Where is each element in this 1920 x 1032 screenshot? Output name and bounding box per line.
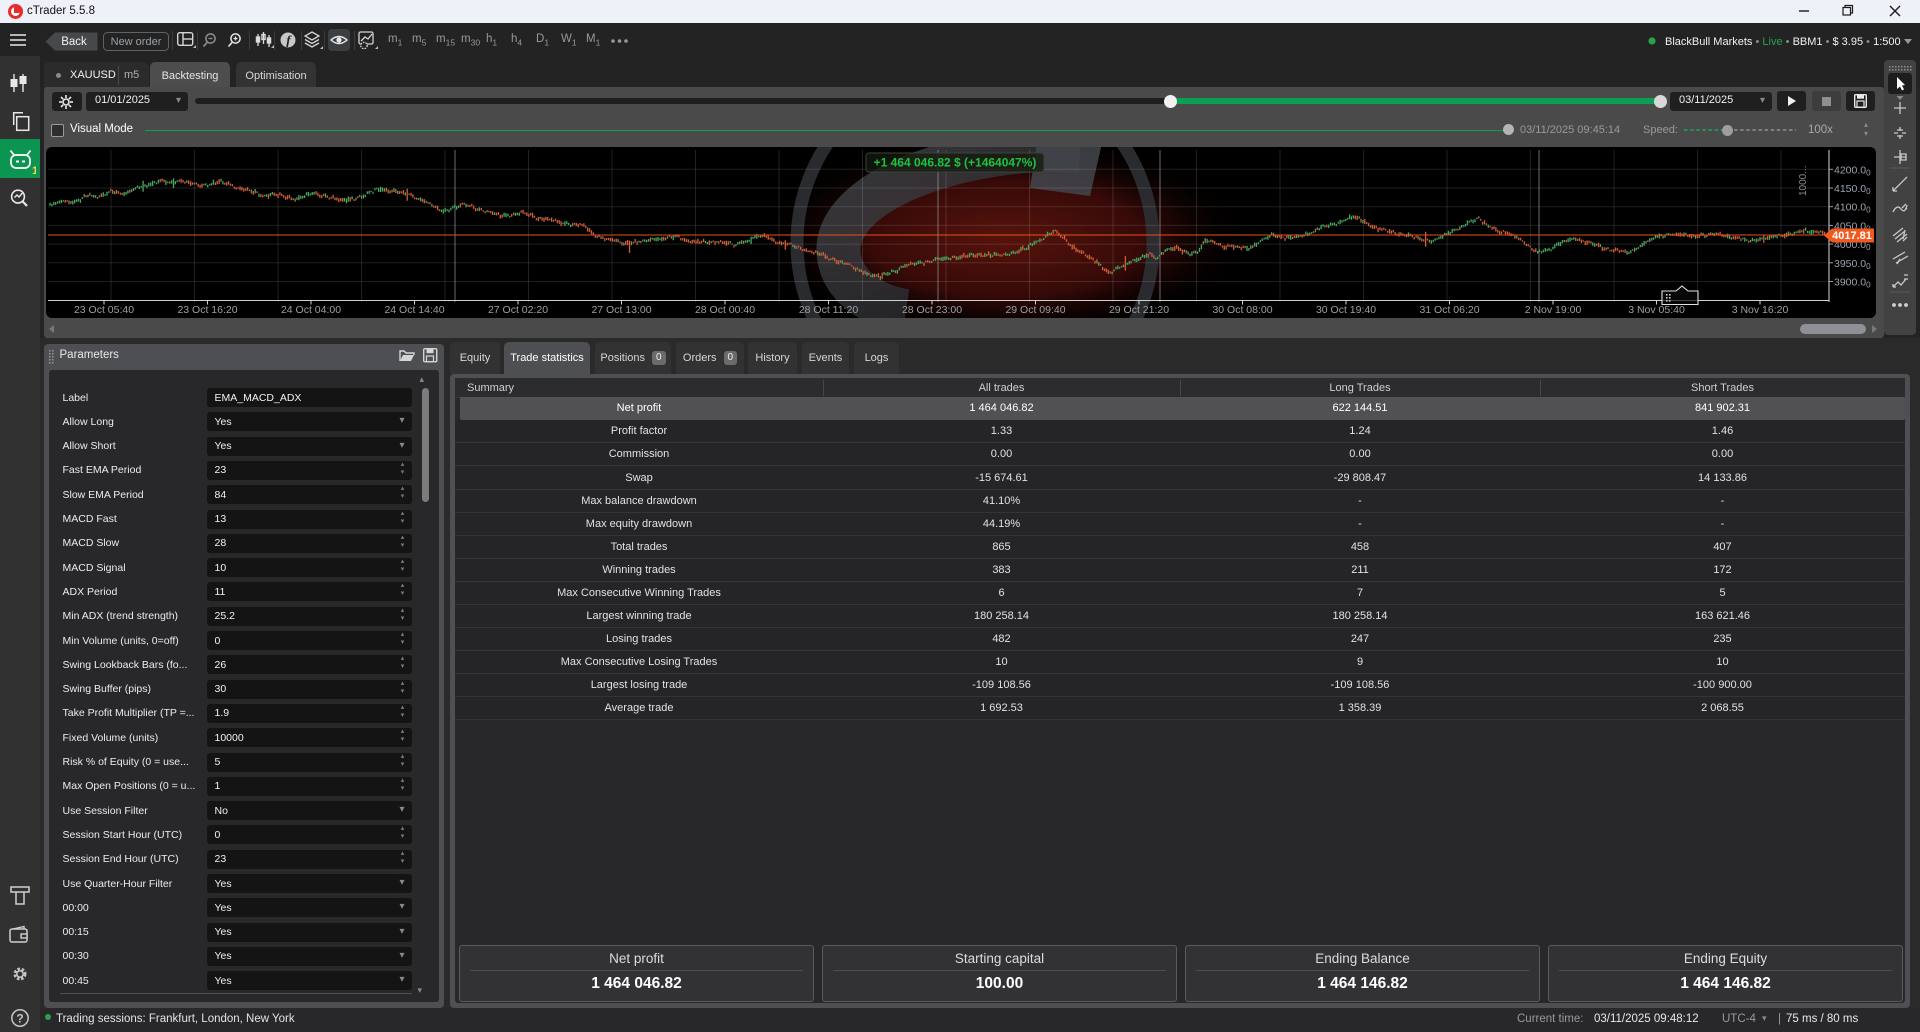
svg-text:+1 464 046.82 $ (+1464047%): +1 464 046.82 $ (+1464047%)	[874, 156, 1037, 170]
svg-text:4017.81: 4017.81	[1832, 230, 1872, 242]
svg-text:3900.00: 3900.00	[1834, 277, 1871, 290]
svg-text:1: 1	[32, 165, 36, 174]
svg-text:4150.00: 4150.00	[1834, 183, 1871, 196]
svg-text:27 Oct 13:00: 27 Oct 13:00	[591, 304, 651, 316]
svg-text:30 Oct 19:40: 30 Oct 19:40	[1316, 304, 1376, 316]
svg-text:3 Nov 05:40: 3 Nov 05:40	[1628, 304, 1685, 316]
svg-text:28 Oct 00:40: 28 Oct 00:40	[695, 304, 755, 316]
svg-text:23 Oct 16:20: 23 Oct 16:20	[177, 304, 237, 316]
svg-text:4100.00: 4100.00	[1834, 202, 1871, 215]
svg-text:29 Oct 09:40: 29 Oct 09:40	[1005, 304, 1065, 316]
svg-text:4200.00: 4200.00	[1834, 164, 1871, 177]
svg-text:New order: New order	[111, 36, 162, 48]
svg-text:?: ?	[16, 1012, 23, 1026]
svg-text:29 Oct 21:20: 29 Oct 21:20	[1109, 304, 1169, 316]
svg-text:28 Oct 23:00: 28 Oct 23:00	[902, 304, 962, 316]
svg-text:2 Nov 19:00: 2 Nov 19:00	[1525, 304, 1582, 316]
svg-text:28 Oct 11:20: 28 Oct 11:20	[799, 304, 859, 316]
svg-text:Back: Back	[61, 36, 87, 48]
svg-text:24 Oct 14:40: 24 Oct 14:40	[384, 304, 444, 316]
svg-text:3 Nov 16:20: 3 Nov 16:20	[1732, 304, 1789, 316]
svg-text:BlackBull Markets • Live • BBM: BlackBull Markets • Live • BBM1 • $ 3.95…	[1665, 36, 1901, 48]
svg-text:30 Oct 08:00: 30 Oct 08:00	[1212, 304, 1272, 316]
svg-text:3950.00: 3950.00	[1834, 258, 1871, 271]
svg-text:23 Oct 05:40: 23 Oct 05:40	[74, 304, 134, 316]
svg-text:24 Oct 04:00: 24 Oct 04:00	[281, 304, 341, 316]
svg-text:1000...: 1000...	[1798, 165, 1809, 196]
svg-text:31 Oct 06:20: 31 Oct 06:20	[1419, 304, 1479, 316]
svg-text:27 Oct 02:20: 27 Oct 02:20	[488, 304, 548, 316]
